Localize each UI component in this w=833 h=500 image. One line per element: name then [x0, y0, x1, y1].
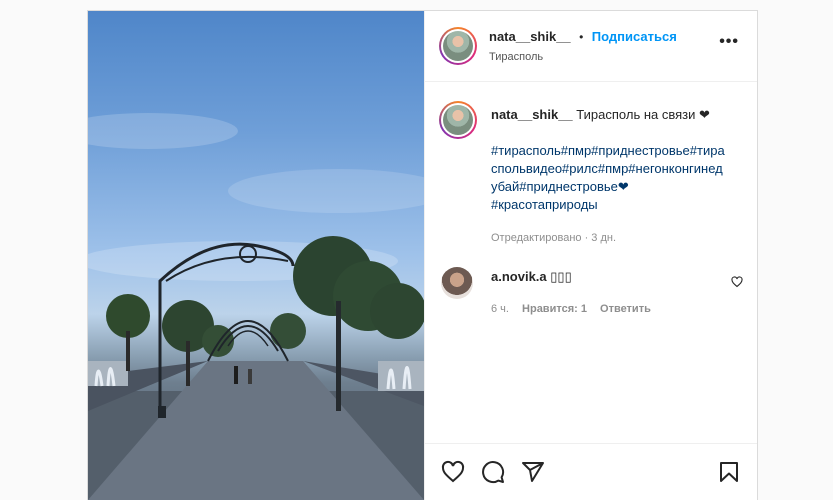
video-frame: [88, 113, 424, 500]
commenter-username[interactable]: a.novik.a: [491, 269, 547, 284]
reply-button[interactable]: Ответить: [600, 303, 651, 315]
follow-button[interactable]: Подписаться: [592, 29, 677, 44]
comment-text: ▯▯▯: [550, 269, 572, 284]
post-location[interactable]: Тирасполь: [489, 51, 543, 63]
caption-avatar[interactable]: [439, 101, 477, 139]
hashtag-line[interactable]: спольвидео#рилс#пмр#негонконгинед: [491, 160, 751, 178]
post-side-panel: nata__shik__ • Подписаться Тирасполь •••…: [424, 11, 757, 500]
like-comment-icon[interactable]: [731, 276, 743, 288]
comment-icon[interactable]: [481, 460, 505, 484]
caption-edited-time: Отредактировано · 3 дн.: [491, 232, 617, 244]
caption: nata__shik__ Тирасполь на связи ❤ #тирас…: [491, 106, 751, 244]
more-icon[interactable]: •••: [719, 33, 739, 51]
bookmark-icon[interactable]: [717, 460, 741, 484]
author-username[interactable]: nata__shik__: [489, 29, 571, 44]
comment: a.novik.a ▯▯▯: [491, 269, 572, 285]
post-video[interactable]: [88, 11, 424, 500]
comment-meta: 6 ч. Нравится: 1 Ответить: [491, 303, 651, 315]
hashtag-line[interactable]: убай#приднестровье❤: [491, 178, 751, 196]
post-dialog: nata__shik__ • Подписаться Тирасполь •••…: [87, 10, 758, 500]
separator-dot: •: [579, 30, 584, 44]
post-header: nata__shik__ • Подписаться Тирасполь •••: [425, 11, 757, 82]
action-bar: [425, 443, 757, 500]
hashtag-line[interactable]: #тирасполь#пмр#приднестровье#тира: [491, 142, 751, 160]
caption-text: Тирасполь на связи ❤: [576, 107, 710, 122]
commenter-avatar[interactable]: [441, 267, 473, 299]
hashtag-line[interactable]: #красотаприроды: [491, 196, 751, 214]
comment-time[interactable]: 6 ч.: [491, 303, 509, 315]
caption-hashtags[interactable]: #тирасполь#пмр#приднестровье#тира спольв…: [491, 142, 751, 214]
heart-icon[interactable]: [441, 460, 465, 484]
comment-likes[interactable]: Нравится: 1: [522, 303, 587, 315]
share-icon[interactable]: [521, 460, 545, 484]
author-avatar[interactable]: [439, 27, 477, 65]
caption-username[interactable]: nata__shik__: [491, 107, 573, 122]
